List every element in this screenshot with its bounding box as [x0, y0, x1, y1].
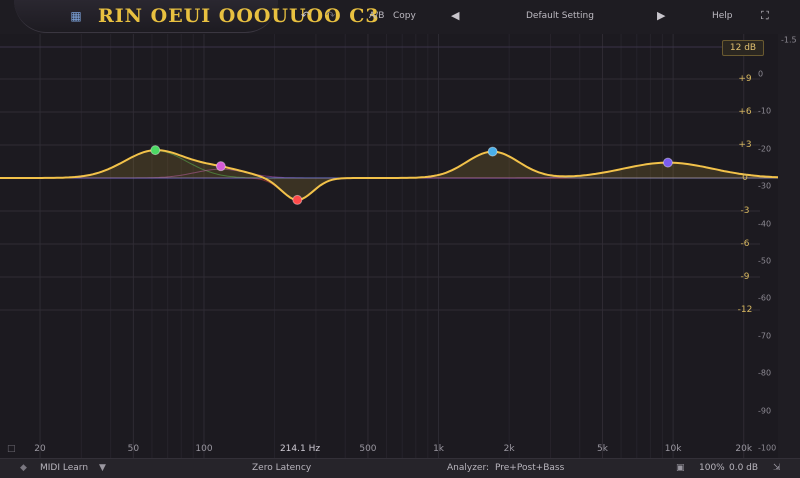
analyzer-mode[interactable]: Pre+Post+Bass	[495, 462, 564, 475]
logo-text: RIN OEUI OOOUUOO C3	[98, 5, 380, 27]
gain-label: -6	[740, 239, 750, 249]
midi-dot-icon: ◆	[20, 463, 27, 473]
zoom-level[interactable]: 100%	[699, 462, 725, 475]
preset-prev-icon[interactable]: ◀	[451, 8, 459, 24]
gain-label: -3	[740, 206, 750, 216]
analyzer-label: -80	[758, 368, 772, 378]
frequency-label: 10k	[664, 444, 682, 454]
logo-plate: ▦ RIN OEUI OOOUUOO C3	[14, 0, 379, 33]
frequency-label: 1k	[433, 444, 445, 454]
analyzer-label: -10	[758, 106, 772, 116]
logo-icon: ▦	[70, 9, 82, 23]
frequency-label: 5k	[597, 444, 608, 454]
frequency-label: 20k	[735, 444, 753, 454]
gain-label: +9	[738, 74, 752, 84]
resize-icon[interactable]: ⇲	[773, 462, 781, 475]
top-toolbar: ▦ RIN OEUI OOOUUOO C3 ↶ ↷ A/B Copy ◀ Def…	[0, 0, 800, 34]
help-button[interactable]: Help	[712, 8, 733, 24]
eq-curve-fill	[0, 150, 778, 200]
latency-selector[interactable]: Zero Latency	[252, 462, 311, 475]
band-3-node[interactable]	[292, 194, 303, 205]
analyzer-label: -20	[758, 144, 772, 154]
bottom-toolbar: ◆ MIDI Learn ▼ Zero Latency Analyzer: Pr…	[0, 458, 800, 478]
copy-button[interactable]: Copy	[393, 8, 416, 24]
analyzer-label: -70	[758, 331, 772, 341]
redo-icon[interactable]: ↷	[326, 8, 335, 24]
analyzer-label: Analyzer:	[447, 463, 490, 473]
band-2-node[interactable]	[215, 161, 226, 172]
preset-next-icon[interactable]: ▶	[657, 8, 665, 24]
gain-label: 0	[742, 173, 748, 183]
undo-icon[interactable]: ↶	[301, 8, 310, 24]
output-meter	[778, 34, 800, 458]
band-5-node[interactable]	[662, 157, 673, 168]
analyzer-label: -30	[758, 181, 772, 191]
gain-label: -9	[740, 272, 750, 282]
eq-graph[interactable]	[0, 34, 778, 458]
analyzer-label: 0	[758, 69, 764, 79]
band-3-curve	[0, 177, 778, 201]
eq-display[interactable]	[0, 34, 778, 458]
fullscreen-icon[interactable]: ⛶	[761, 8, 769, 24]
gain-label: -12	[737, 305, 753, 315]
gain-label: +6	[738, 107, 752, 117]
preset-name[interactable]: Default Setting	[526, 8, 594, 24]
chevron-down-icon[interactable]: ▼	[99, 462, 106, 475]
band-1-node[interactable]	[150, 145, 161, 156]
output-gain[interactable]: 0.0 dB	[729, 462, 758, 475]
display-range-button[interactable]: 12 dB	[722, 40, 764, 56]
ab-button[interactable]: A/B	[369, 8, 384, 24]
midi-learn-button[interactable]: MIDI Learn	[40, 462, 88, 475]
gain-label: +3	[738, 140, 752, 150]
frequency-label: 100	[195, 444, 213, 454]
hover-frequency: 214.1 Hz	[279, 444, 321, 454]
analyzer-label: -90	[758, 406, 772, 416]
frequency-label: 20	[34, 444, 46, 454]
layout-icon[interactable]: ▣	[676, 462, 685, 475]
frequency-label: 500	[359, 444, 377, 454]
analyzer-label: -40	[758, 219, 772, 229]
frequency-label: 50	[127, 444, 140, 454]
analyzer-label: -100	[758, 443, 777, 453]
piano-icon[interactable]: □	[7, 444, 16, 454]
analyzer-label: -60	[758, 293, 772, 303]
analyzer-label: -50	[758, 256, 772, 266]
analyzer-top-label: -1.5	[781, 35, 797, 45]
frequency-label: 2k	[503, 444, 515, 454]
band-4-node[interactable]	[487, 146, 498, 157]
